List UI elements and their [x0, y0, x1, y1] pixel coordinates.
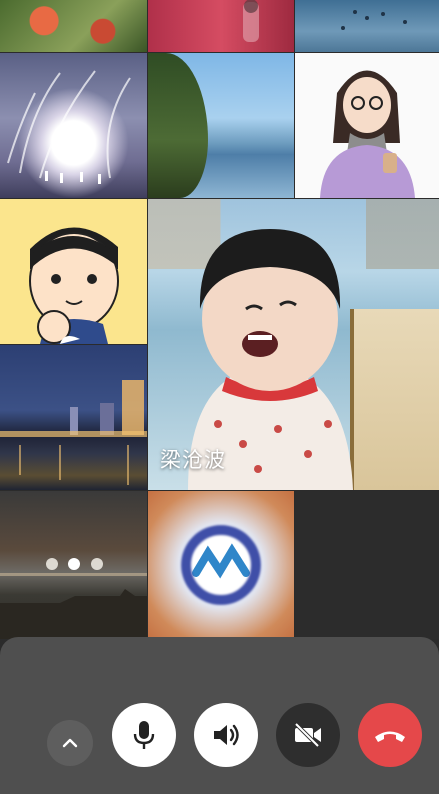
participant-tile-flowers[interactable] — [0, 0, 147, 52]
participant-tile-cartoon-man[interactable] — [0, 199, 147, 344]
city-night-image — [0, 380, 147, 485]
chevron-up-icon — [62, 738, 78, 748]
empty-tile — [295, 491, 439, 639]
birds-image — [341, 10, 407, 30]
microphone-button[interactable] — [112, 703, 176, 767]
school-logo-image — [192, 543, 250, 579]
participant-tile-city-night[interactable] — [0, 345, 147, 490]
hang-up-button[interactable] — [358, 703, 422, 767]
main-speaker-name: 梁沧波 — [160, 448, 226, 472]
camera-off-icon — [294, 722, 321, 748]
cartoon-man-avatar — [29, 227, 119, 344]
participant-tile-painting[interactable] — [0, 53, 147, 198]
hangup-icon — [375, 731, 405, 742]
sunset-image — [0, 558, 147, 639]
cartoon-girl-avatar — [320, 70, 415, 198]
microphone-icon — [133, 721, 155, 749]
painting-image — [7, 70, 131, 184]
main-speaker-tile[interactable]: 梁沧波 — [148, 199, 439, 490]
speaker-button[interactable] — [194, 703, 258, 767]
person-figure-image — [243, 0, 259, 42]
participant-tile-logo[interactable] — [148, 491, 294, 639]
speaker-icon — [214, 724, 239, 746]
participant-tile-cartoon-girl[interactable] — [295, 53, 439, 198]
participant-tile-sunset[interactable] — [0, 491, 147, 639]
participant-tile-lake[interactable] — [148, 53, 294, 198]
participant-tile-red[interactable] — [148, 0, 294, 52]
participant-tile-water[interactable] — [295, 0, 439, 52]
collapse-button[interactable] — [47, 720, 93, 766]
camera-toggle-button[interactable] — [276, 703, 340, 767]
